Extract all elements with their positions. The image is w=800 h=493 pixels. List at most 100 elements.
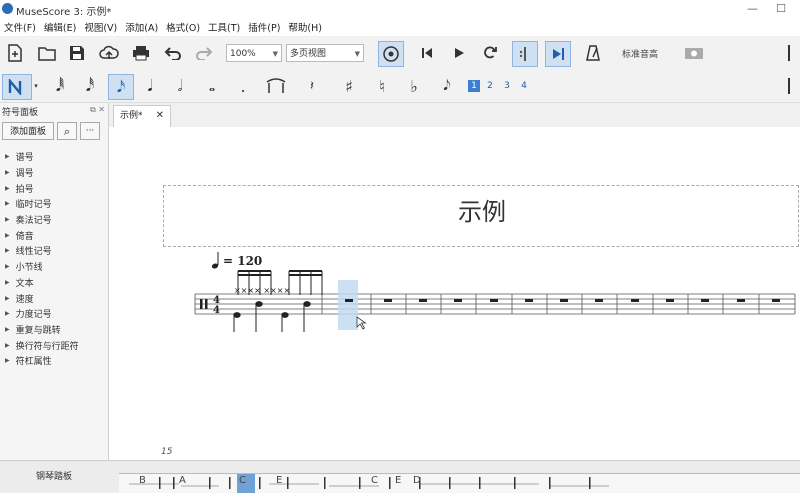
palette-item-articulations[interactable]: ▶ 奏法记号 — [0, 212, 108, 228]
menu-tools[interactable]: 工具(T) — [204, 20, 244, 34]
voice-4-button[interactable]: 4 — [518, 80, 530, 92]
rewind-icon[interactable] — [416, 42, 438, 64]
input-mode-dropdown-icon[interactable]: ▾ — [32, 74, 40, 98]
add-palette-button[interactable]: 添加面板 — [2, 122, 54, 140]
menu-edit[interactable]: 编辑(E) — [40, 20, 80, 34]
maximize-button[interactable]: ☐ — [776, 2, 786, 15]
expand-arrow-icon: ▶ — [5, 357, 10, 365]
palette-item-dynamics[interactable]: ▶ 力度记号 — [0, 306, 108, 322]
mouse-cursor-icon — [356, 316, 367, 330]
title-bar: MuseScore 3: 示例* — ☐ — [0, 0, 800, 18]
palette-item-grace-notes[interactable]: ▶ 倚音 — [0, 227, 108, 243]
play-icon[interactable] — [448, 42, 470, 64]
voice-1-button[interactable]: 1 — [468, 80, 480, 92]
more-options-icon[interactable]: ··· — [80, 122, 100, 140]
rest-icon[interactable]: 𝄽 — [300, 74, 324, 98]
close-icon[interactable]: ✕ — [156, 106, 164, 126]
note-input-toggle-button[interactable] — [2, 74, 32, 100]
concert-pitch-label[interactable]: 标准音高 — [622, 47, 658, 60]
expand-arrow-icon: ▶ — [5, 263, 10, 271]
palette-item-breaks-spacers[interactable]: ▶ 换行符与行距符 — [0, 337, 108, 353]
menu-add[interactable]: 添加(A) — [121, 20, 162, 34]
menu-help[interactable]: 帮助(H) — [284, 20, 326, 34]
quarter-note-icon[interactable]: 𝅘𝅥 — [140, 74, 160, 98]
piano-keyboard[interactable]: B A C E C E D — [119, 473, 800, 493]
palette-item-tempo[interactable]: ▶ 速度 — [0, 290, 108, 306]
augmentation-dot-icon[interactable]: . — [236, 74, 250, 98]
svg-text:×××× ××××: ×××× ×××× — [234, 286, 290, 295]
32nd-note-icon[interactable]: 𝅘𝅥𝅰 — [80, 74, 100, 98]
menu-plugins[interactable]: 插件(P) — [244, 20, 284, 34]
loop-playback-icon[interactable] — [479, 42, 501, 64]
expand-arrow-icon: ▶ — [5, 216, 10, 224]
save-icon[interactable] — [66, 42, 88, 64]
view-mode-combobox[interactable]: 多页视图 ▼ — [286, 44, 364, 62]
expand-arrow-icon: ▶ — [5, 325, 10, 333]
palette-item-text[interactable]: ▶ 文本 — [0, 275, 108, 291]
flip-direction-icon[interactable]: 𝅘𝅥𝅮 — [436, 74, 458, 98]
key-label: B — [139, 475, 146, 486]
menu-view[interactable]: 视图(V) — [80, 20, 121, 34]
tempo-marking: = 120 — [211, 252, 262, 269]
voice-2-button[interactable]: 2 — [484, 80, 496, 92]
palette-item-key-signatures[interactable]: ▶ 调号 — [0, 165, 108, 181]
pan-score-button[interactable] — [545, 41, 571, 67]
chevron-down-icon: ▼ — [272, 50, 278, 58]
title-frame[interactable]: 示例 — [163, 185, 799, 247]
open-folder-icon[interactable] — [36, 42, 58, 64]
expand-arrow-icon: ▶ — [5, 310, 10, 318]
undo-icon[interactable] — [162, 42, 184, 64]
palette-panel: 符号面板 ⧉ ✕ 添加面板 ⌕ ··· ▶ 谱号 ▶ 调号 ▶ 拍号 ▶ 临时记号 ▶ 奏… — [0, 103, 109, 460]
palette-list: ▶ 谱号 ▶ 调号 ▶ 拍号 ▶ 临时记号 ▶ 奏法记号 ▶ 倚音 ▶ 线性记号 ▶ 小节线 ▶… — [0, 149, 108, 369]
palette-title: 符号面板 — [2, 108, 39, 118]
minimize-button[interactable]: — — [747, 2, 758, 15]
menu-bar: 文件(F) 编辑(E) 视图(V) 添加(A) 格式(O) 工具(T) 插件(P… — [0, 18, 800, 36]
tab-score[interactable]: 示例* ✕ — [113, 105, 171, 127]
time-sig-denominator: 4 — [213, 305, 220, 316]
view-mode-value: 多页视图 — [290, 49, 327, 59]
menu-file[interactable]: 文件(F) — [0, 20, 40, 34]
play-repeats-button[interactable] — [512, 41, 538, 67]
cloud-upload-icon[interactable] — [98, 42, 120, 64]
toolbar-overflow-icon[interactable] — [783, 74, 797, 98]
palette-item-repeats-jumps[interactable]: ▶ 重复与跳转 — [0, 322, 108, 338]
image-capture-icon[interactable] — [682, 42, 706, 64]
sharp-icon[interactable]: ♯ — [340, 74, 358, 98]
expand-arrow-icon: ▶ — [5, 231, 10, 239]
palette-item-accidentals[interactable]: ▶ 临时记号 — [0, 196, 108, 212]
score-title[interactable]: 示例 — [164, 192, 800, 227]
redo-icon[interactable] — [193, 42, 215, 64]
64th-note-icon[interactable]: 𝅘𝅥𝅱 — [50, 74, 70, 98]
palette-item-lines[interactable]: ▶ 线性记号 — [0, 243, 108, 259]
window-title: MuseScore 3: 示例* — [16, 7, 112, 18]
score-canvas[interactable]: 示例 = 120 4 4 ×××× ×××× 15 — [109, 127, 800, 460]
note-input-mode-button[interactable] — [378, 41, 404, 67]
half-note-icon[interactable]: 𝅗𝅥 — [170, 74, 190, 98]
search-icon[interactable]: ⌕ — [57, 122, 77, 140]
panel-float-close-icon[interactable]: ⧉ ✕ — [90, 105, 105, 115]
metronome-icon[interactable] — [582, 42, 604, 64]
voice-3-button[interactable]: 3 — [501, 80, 513, 92]
expand-arrow-icon: ▶ — [5, 153, 10, 161]
menu-format[interactable]: 格式(O) — [162, 20, 204, 34]
key-label: E — [276, 475, 283, 486]
flat-icon[interactable]: ♭ — [405, 74, 423, 98]
toolbar-overflow-icon[interactable] — [783, 42, 797, 64]
new-score-icon[interactable] — [4, 42, 26, 64]
palette-item-barlines[interactable]: ▶ 小节线 — [0, 259, 108, 275]
zoom-combobox[interactable]: 100% ▼ — [226, 44, 282, 62]
expand-arrow-icon: ▶ — [5, 294, 10, 302]
16th-note-icon[interactable]: 𝅘𝅥𝅯 — [108, 74, 134, 100]
page-number: 15 — [161, 447, 173, 457]
palette-item-clefs[interactable]: ▶ 谱号 — [0, 149, 108, 165]
palette-item-beam-properties[interactable]: ▶ 符杠属性 — [0, 353, 108, 369]
whole-note-icon[interactable]: 𝅝 — [202, 74, 222, 98]
expand-arrow-icon: ▶ — [5, 341, 10, 349]
tie-icon[interactable] — [262, 74, 290, 98]
piano-keys — [129, 474, 609, 493]
expand-arrow-icon: ▶ — [5, 200, 10, 208]
print-icon[interactable] — [130, 42, 152, 64]
palette-item-time-signatures[interactable]: ▶ 拍号 — [0, 180, 108, 196]
natural-icon[interactable]: ♮ — [373, 74, 391, 98]
selected-measure — [338, 280, 358, 330]
